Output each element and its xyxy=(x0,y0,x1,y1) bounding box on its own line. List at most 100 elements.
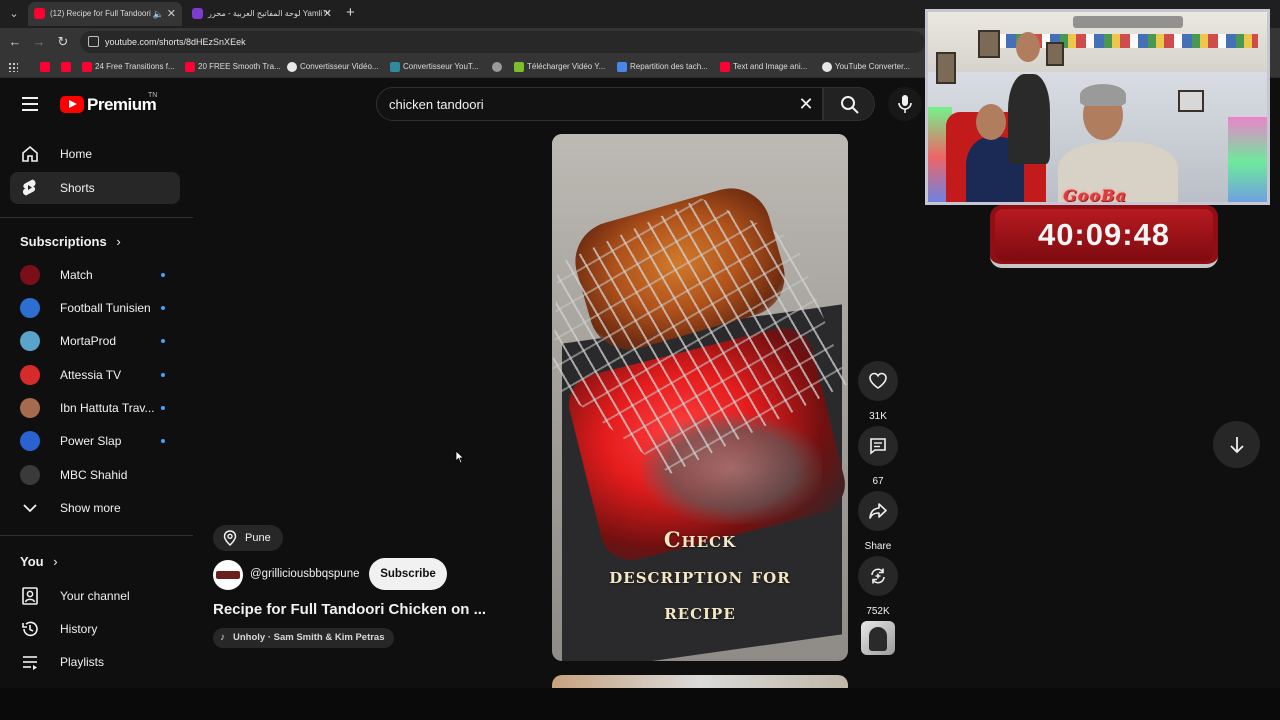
remix-button[interactable] xyxy=(858,556,898,596)
search-button[interactable] xyxy=(823,87,875,121)
reload-icon[interactable]: ↻ xyxy=(55,34,71,50)
back-arrow-icon[interactable]: ← xyxy=(7,34,23,50)
globe-favicon-icon xyxy=(492,62,502,72)
sidebar-item-label: Show more xyxy=(60,501,121,515)
music-chip[interactable]: ♪ Unholy · Sam Smith & Kim Petras xyxy=(213,628,394,648)
location-pin-icon xyxy=(223,530,237,546)
bookmark[interactable]: Convertisseur Vidéo... xyxy=(287,56,379,78)
bookmark[interactable] xyxy=(40,56,53,78)
bookmark[interactable]: YouTube Converter... xyxy=(822,56,910,78)
download-favicon-icon xyxy=(514,62,524,72)
bookmark[interactable]: Repartition des tach... xyxy=(617,56,708,78)
sidebar-item-home[interactable]: Home xyxy=(10,138,180,170)
bookmark[interactable]: Convertisseur YouT... xyxy=(390,56,479,78)
video-caption-line: description for xyxy=(609,563,791,588)
sidebar: Home Shorts Subscriptions › Match Footba… xyxy=(0,132,193,688)
close-tab-icon[interactable]: ✕ xyxy=(323,2,332,26)
channel-avatar xyxy=(20,298,40,318)
sidebar-item-subscription[interactable]: Ibn Hattuta Trav... xyxy=(10,392,180,424)
yamli-favicon-icon xyxy=(192,8,203,19)
sidebar-item-playlists[interactable]: Playlists xyxy=(10,646,180,678)
remix-count: 752K xyxy=(866,606,890,617)
bottom-letterbox xyxy=(0,688,1280,720)
playlists-icon xyxy=(23,656,37,670)
share-label: Share xyxy=(864,541,892,552)
sidebar-show-more[interactable]: Show more xyxy=(10,492,180,524)
browser-tab-active[interactable]: (12) Recipe for Full Tandoori 🔈 ✕ xyxy=(28,2,182,26)
bookmark[interactable]: Télécharger Vidéo Y... xyxy=(514,56,605,78)
timer-value: 40:09:48 xyxy=(1037,217,1171,252)
sidebar-item-subscription[interactable]: MortaProd xyxy=(10,325,180,357)
bookmark[interactable]: Text and Image ani... xyxy=(720,56,807,78)
sidebar-item-subscription[interactable]: Attessia TV xyxy=(10,359,180,391)
your-channel-icon xyxy=(22,587,38,605)
site-info-icon[interactable] xyxy=(88,36,99,47)
logo-word: Premium xyxy=(87,95,157,114)
chevron-right-icon: › xyxy=(116,234,121,249)
new-tab-icon[interactable]: + xyxy=(346,4,355,21)
youtube-favicon-icon xyxy=(34,8,45,19)
channel-name[interactable]: @grilliciousbbqspune xyxy=(250,568,360,580)
search-icon xyxy=(841,96,859,114)
browser-tab[interactable]: لوحة المفاتيح العربية - محرر Yamli™ ✕ xyxy=(186,2,338,26)
tab-search-chevron-icon[interactable]: ⌄ xyxy=(6,6,22,22)
url-text[interactable]: youtube.com/shorts/8dHEzSnXEek xyxy=(105,31,246,53)
channel-avatar xyxy=(20,365,40,385)
menu-hamburger-icon[interactable] xyxy=(22,97,38,111)
you-heading[interactable]: You › xyxy=(20,554,58,569)
youtube-favicon-icon xyxy=(61,62,71,72)
sidebar-item-label: Ibn Hattuta Trav... xyxy=(60,401,155,415)
sound-thumbnail[interactable] xyxy=(861,621,895,655)
comment-action: 67 xyxy=(858,426,898,487)
comments-button[interactable] xyxy=(858,426,898,466)
youtube-favicon-icon xyxy=(82,62,92,72)
voice-search-button[interactable] xyxy=(888,87,922,121)
bookmark[interactable] xyxy=(492,56,505,78)
sidebar-item-label: Home xyxy=(60,147,93,161)
sidebar-item-subscription[interactable]: Power Slap xyxy=(10,425,180,457)
sidebar-item-label: Playlists xyxy=(60,655,105,669)
speaker-icon[interactable]: 🔈 xyxy=(153,2,164,26)
home-icon xyxy=(22,145,38,162)
sidebar-item-history[interactable]: History xyxy=(10,613,180,645)
video-caption-line: recipe xyxy=(664,599,736,624)
share-icon xyxy=(869,503,887,519)
sidebar-item-subscription[interactable]: MBC Shahid xyxy=(10,459,180,491)
new-content-dot xyxy=(161,339,165,343)
sidebar-divider xyxy=(0,535,193,536)
forward-arrow-icon[interactable]: → xyxy=(31,34,47,50)
channel-avatar[interactable] xyxy=(213,560,243,590)
bookmark[interactable]: 24 Free Transitions f... xyxy=(82,56,175,78)
search-input[interactable] xyxy=(389,88,789,120)
clear-search-icon[interactable]: ✕ xyxy=(796,93,816,115)
music-note-icon: ♪ xyxy=(220,632,225,643)
sidebar-item-subscription[interactable]: Match xyxy=(10,259,180,291)
bookmark[interactable]: 20 FREE Smooth Tra... xyxy=(185,56,281,78)
globe-favicon-icon xyxy=(822,62,832,72)
channel-avatar xyxy=(20,398,40,418)
new-content-dot xyxy=(161,273,165,277)
next-short-button[interactable] xyxy=(1213,421,1260,468)
sidebar-item-subscription[interactable]: Football Tunisien xyxy=(10,292,180,324)
shorts-icon xyxy=(22,179,36,196)
stream-timer: 40:09:48 xyxy=(990,205,1218,268)
sidebar-item-your-channel[interactable]: Your channel xyxy=(10,580,180,612)
sidebar-item-shorts[interactable]: Shorts xyxy=(10,172,180,204)
bookmark[interactable] xyxy=(61,56,74,78)
apps-grid-icon[interactable] xyxy=(8,62,18,72)
omnibox[interactable]: youtube.com/shorts/8dHEzSnXEek xyxy=(80,31,925,53)
next-short-preview[interactable] xyxy=(552,675,848,688)
close-tab-icon[interactable]: ✕ xyxy=(167,2,176,26)
subscribe-button[interactable]: Subscribe xyxy=(369,558,447,590)
short-video-player[interactable]: Check description for recipe xyxy=(552,134,848,661)
like-button[interactable] xyxy=(858,361,898,401)
sidebar-item-label: Your channel xyxy=(60,589,130,603)
short-title[interactable]: Recipe for Full Tandoori Chicken on ... xyxy=(213,601,486,618)
channel-avatar xyxy=(20,465,40,485)
subscriptions-heading[interactable]: Subscriptions › xyxy=(20,234,121,249)
location-chip[interactable]: Pune xyxy=(213,525,283,551)
new-content-dot xyxy=(161,406,165,410)
youtube-favicon-icon xyxy=(185,62,195,72)
sidebar-item-label: MortaProd xyxy=(60,334,117,348)
share-button[interactable] xyxy=(858,491,898,531)
